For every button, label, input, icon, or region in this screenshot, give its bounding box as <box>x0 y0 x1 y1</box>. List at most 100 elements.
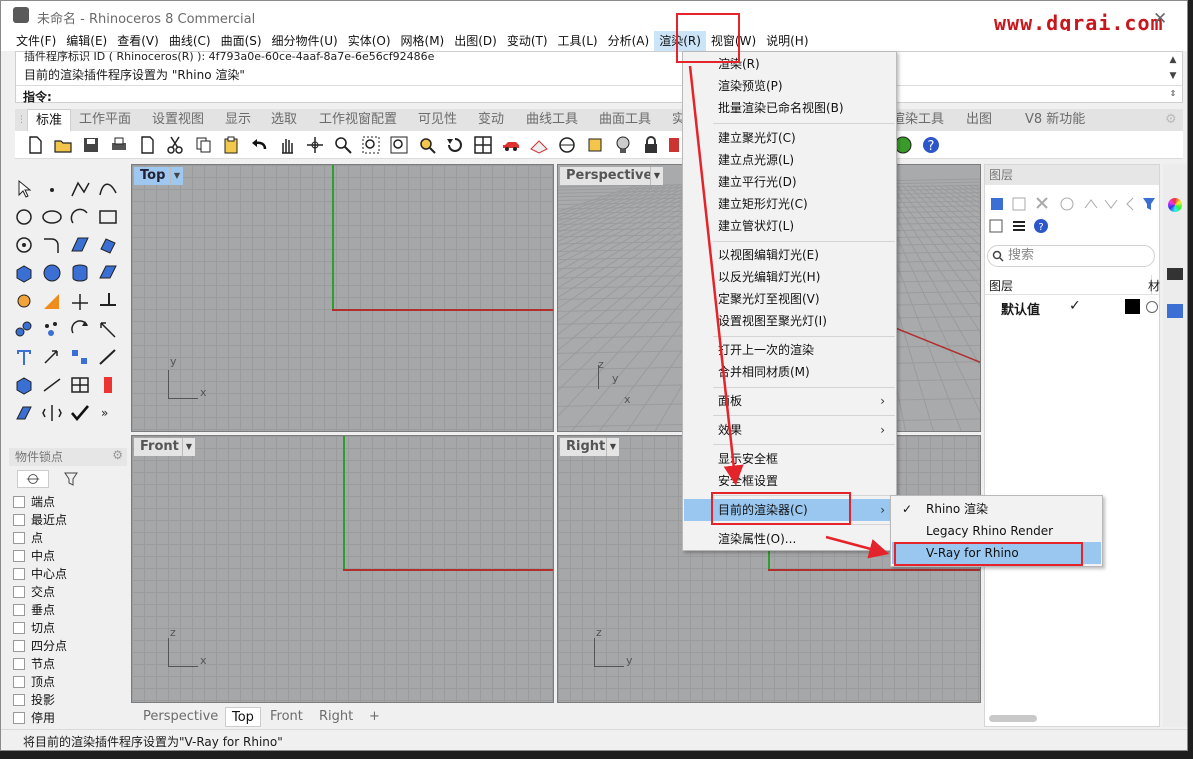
renderer-legacy-rhino[interactable]: Legacy Rhino Render <box>892 520 1101 542</box>
sphere-icon[interactable] <box>41 263 63 283</box>
cut-icon[interactable] <box>165 135 185 155</box>
paste-icon[interactable] <box>221 135 241 155</box>
menu-item-open-last-render[interactable]: 打开上一次的渲染 <box>684 339 895 361</box>
layer-material-icon[interactable] <box>1146 301 1158 313</box>
menu-item-effects[interactable]: 效果 › <box>684 419 895 441</box>
cylinder-icon[interactable] <box>69 263 91 283</box>
renderer-rhino[interactable]: ✓ Rhino 渲染 <box>892 498 1101 520</box>
checkbox[interactable] <box>13 567 25 580</box>
tab-render-tools[interactable]: 渲染工具 <box>892 109 944 131</box>
filter-icon[interactable] <box>55 470 87 488</box>
checkbox[interactable] <box>13 513 25 526</box>
checkbox[interactable] <box>13 531 25 544</box>
zoom-extents-icon[interactable] <box>389 135 409 155</box>
chevron-down-icon[interactable]: ▼ <box>170 167 183 185</box>
layer-row[interactable]: 默认值 ✓ <box>985 296 1159 318</box>
mirror-icon[interactable] <box>41 403 63 423</box>
new-document-icon[interactable] <box>25 135 45 155</box>
menu-item-edit-light-view[interactable]: 以视图编辑灯光(E) <box>684 244 895 266</box>
fillet-edge-icon[interactable] <box>41 291 63 311</box>
checkbox[interactable] <box>13 693 25 706</box>
menu-item-spotlight[interactable]: 建立聚光灯(C) <box>684 127 895 149</box>
tab-v8-new[interactable]: V8 新功能 <box>1025 109 1085 131</box>
menu-item-point-light[interactable]: 建立点光源(L) <box>684 149 895 171</box>
points-cloud-icon[interactable] <box>41 319 63 339</box>
viewport-top[interactable]: y x Top ▼ <box>131 164 554 432</box>
scroll-down-icon[interactable]: ▼ <box>1166 68 1180 84</box>
menu-item-spotlight-to-view[interactable]: 定聚光灯至视图(V) <box>684 288 895 310</box>
cage-icon[interactable] <box>13 375 35 395</box>
tab-top[interactable]: Top <box>225 707 261 727</box>
grid-array-icon[interactable] <box>69 375 91 395</box>
scroll-up-icon[interactable]: ▲ <box>1166 52 1180 68</box>
gear-solid-icon[interactable] <box>13 291 35 311</box>
check-icon[interactable] <box>69 403 91 423</box>
viewport-title[interactable]: Top <box>134 167 172 185</box>
arc-icon[interactable] <box>69 207 91 227</box>
viewport-title[interactable]: Front <box>134 438 185 456</box>
tab-right[interactable]: Right <box>319 707 353 727</box>
polyline-icon[interactable] <box>69 179 91 199</box>
osnap-disable[interactable]: 停用 <box>13 709 55 727</box>
menu-item-render-properties[interactable]: 渲染属性(O)... <box>684 528 895 550</box>
osnap-project[interactable]: 投影 <box>13 691 55 709</box>
fillet-curve-icon[interactable] <box>41 235 63 255</box>
menu-panels[interactable]: 视窗(W) <box>706 31 761 51</box>
menu-item-render[interactable]: 渲染(R) <box>684 53 895 75</box>
viewport-front[interactable]: z x Front ▼ <box>131 435 554 703</box>
open-icon[interactable] <box>53 135 73 155</box>
zoom-selected-icon[interactable] <box>417 135 437 155</box>
menu-transform[interactable]: 变动(T) <box>502 31 553 51</box>
curve-icon[interactable] <box>97 179 119 199</box>
osnap-intersection[interactable]: 交点 <box>13 583 55 601</box>
osnap-point[interactable]: 点 <box>13 529 43 547</box>
tab-perspective[interactable]: Perspective <box>143 707 218 727</box>
menu-item-linear-light[interactable]: 建立管状灯(L) <box>684 215 895 237</box>
tab-visibility[interactable]: 可见性 <box>418 109 457 131</box>
layer-color-swatch[interactable] <box>1125 299 1140 314</box>
osnap-perp[interactable]: 垂点 <box>13 601 55 619</box>
menu-analyze[interactable]: 分析(A) <box>603 31 655 51</box>
menu-drafting[interactable]: 出图(D) <box>449 31 502 51</box>
menu-item-panels[interactable]: 面板 › <box>684 390 895 412</box>
zoom-window-icon[interactable] <box>361 135 381 155</box>
tab-viewport-layout[interactable]: 工作视窗配置 <box>319 109 397 131</box>
tab-surface-tools[interactable]: 曲面工具 <box>599 109 651 131</box>
viewport-title[interactable]: Right <box>560 438 612 456</box>
checkbox[interactable] <box>13 711 25 724</box>
chevron-down-icon[interactable]: ▼ <box>182 438 195 456</box>
checkbox[interactable] <box>13 495 25 508</box>
menu-item-current-renderer[interactable]: 目前的渲染器(C) › <box>684 499 895 521</box>
renderer-vray[interactable]: V-Ray for Rhino <box>892 542 1101 564</box>
color-wheel-icon[interactable] <box>1168 198 1182 212</box>
menu-help[interactable]: 说明(H) <box>761 31 813 51</box>
horizontal-scrollbar[interactable] <box>989 715 1037 722</box>
current-layer-check-icon[interactable]: ✓ <box>1069 298 1081 314</box>
checkbox[interactable] <box>13 603 25 616</box>
menu-item-edit-light-highlight[interactable]: 以反光编辑灯光(H) <box>684 266 895 288</box>
four-viewports-icon[interactable] <box>473 135 493 155</box>
tab-drafting[interactable]: 出图 <box>966 109 992 131</box>
help-panel-icon[interactable] <box>1167 304 1183 318</box>
checkbox[interactable] <box>13 657 25 670</box>
osnap-center[interactable]: 中心点 <box>13 565 67 583</box>
layer-search-input[interactable]: 搜索 <box>987 245 1155 267</box>
menu-tools[interactable]: 工具(L) <box>553 31 603 51</box>
command-history-toggle-icon[interactable]: ⇕ <box>1166 86 1180 102</box>
import-icon[interactable] <box>137 135 157 155</box>
material-plane-icon[interactable] <box>529 135 549 155</box>
osnap-near[interactable]: 最近点 <box>13 511 67 529</box>
gear-icon[interactable]: ⚙ <box>112 448 123 462</box>
command-input[interactable] <box>70 87 1160 102</box>
light-bulb-icon[interactable] <box>613 135 633 155</box>
split-icon[interactable] <box>97 291 119 311</box>
blocks-icon[interactable] <box>97 375 119 395</box>
display-icon[interactable] <box>1167 268 1183 280</box>
add-viewport-icon[interactable]: + <box>369 707 380 727</box>
dimension-icon[interactable] <box>97 347 119 367</box>
help-icon[interactable]: ? <box>921 135 941 155</box>
undo-icon[interactable] <box>249 135 269 155</box>
scale-icon[interactable] <box>97 319 119 339</box>
rotate-view-icon[interactable] <box>305 135 325 155</box>
extrude-surface-icon[interactable] <box>97 235 119 255</box>
